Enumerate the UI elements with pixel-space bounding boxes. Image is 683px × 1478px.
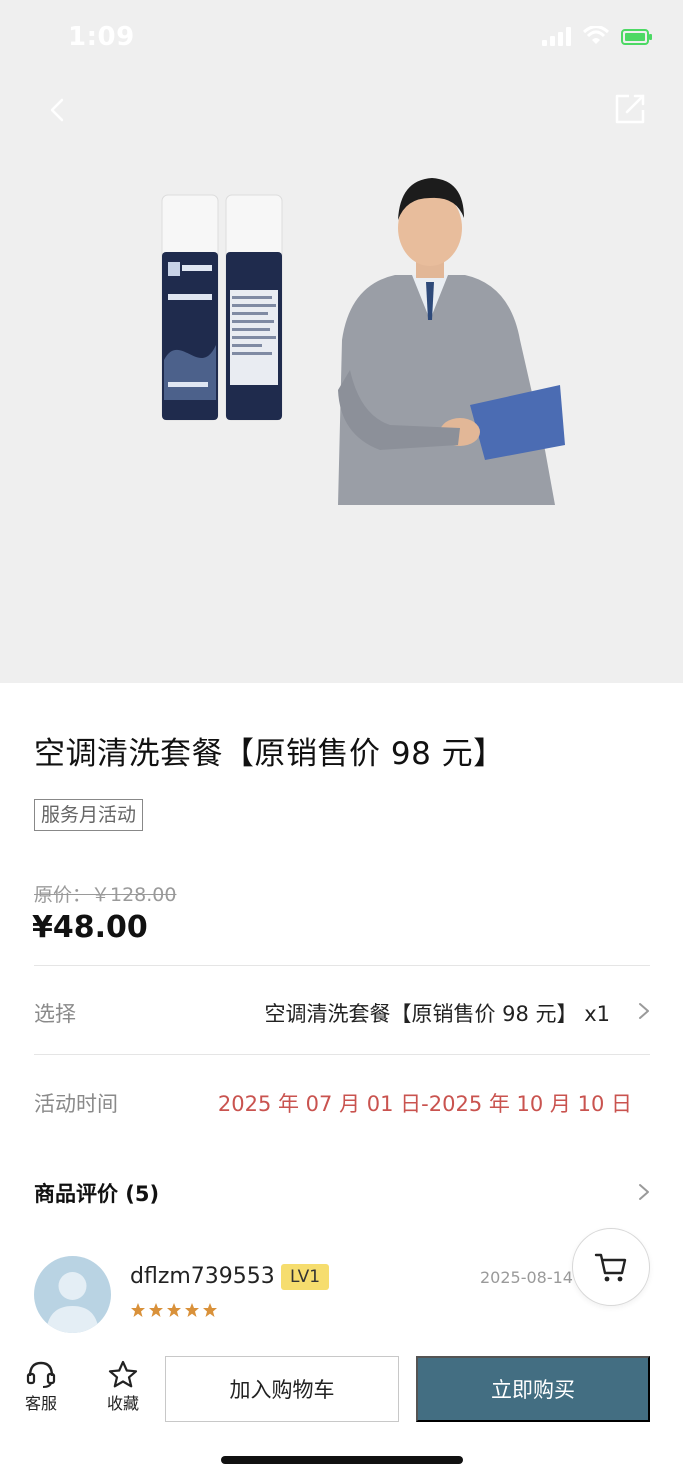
product-hero-image-area: 1:09 <box>0 0 683 683</box>
current-price: ¥48.00 <box>32 910 148 945</box>
status-bar: 1:09 <box>0 0 683 76</box>
star-icon <box>149 1303 163 1317</box>
select-value: 空调清洗套餐【原销售价 98 元】 x1 <box>264 1002 610 1026</box>
product-image <box>161 178 565 505</box>
status-time: 1:09 <box>68 22 135 52</box>
review-date: 2025-08-14 <box>480 1268 573 1287</box>
divider <box>34 1054 650 1055</box>
status-icons <box>542 26 653 46</box>
add-to-cart-button[interactable]: 加入购物车 <box>165 1356 399 1422</box>
headset-icon <box>26 1361 56 1388</box>
customer-service-button[interactable]: 客服 <box>16 1360 66 1414</box>
avatar <box>34 1256 111 1333</box>
chevron-right-icon <box>639 1184 649 1200</box>
select-label: 选择 <box>34 1002 76 1026</box>
activity-time-value: 2025 年 07 月 01 日-2025 年 10 月 10 日 <box>217 1092 632 1116</box>
promo-tag: 服务月活动 <box>34 799 144 831</box>
battery-icon <box>621 29 652 45</box>
divider <box>34 965 650 966</box>
technician-figure <box>338 178 565 505</box>
star-icon <box>131 1303 145 1317</box>
star-icon <box>203 1303 217 1317</box>
activity-time-label: 活动时间 <box>34 1092 118 1116</box>
product-title: 空调清洗套餐【原销售价 98 元】 <box>34 736 505 772</box>
cart-icon <box>594 1253 627 1282</box>
star-icon <box>108 1360 138 1388</box>
wifi-icon <box>583 26 609 44</box>
original-price: 原价：￥128.00 <box>34 884 177 906</box>
star-icon <box>185 1303 199 1317</box>
star-icon <box>167 1303 181 1317</box>
cleaner-can-left <box>161 194 219 421</box>
level-badge: LV1 <box>281 1264 330 1290</box>
back-icon[interactable] <box>40 92 76 128</box>
favorite-button[interactable]: 收藏 <box>98 1360 148 1414</box>
buy-now-button[interactable]: 立即购买 <box>416 1356 650 1422</box>
signal-icon <box>542 26 571 46</box>
avatar-placeholder-icon <box>46 1272 99 1333</box>
review-username: dflzm739553 <box>130 1264 275 1289</box>
cart-button[interactable] <box>572 1228 650 1306</box>
customer-service-label: 客服 <box>24 1394 57 1413</box>
favorite-label: 收藏 <box>106 1394 139 1413</box>
cleaner-can-right <box>225 194 283 421</box>
review-rating <box>130 1302 218 1318</box>
chevron-right-icon <box>639 1003 649 1019</box>
reviews-title: 商品评价 (5) <box>34 1182 160 1206</box>
home-indicator <box>221 1456 463 1464</box>
share-icon[interactable] <box>613 92 647 126</box>
